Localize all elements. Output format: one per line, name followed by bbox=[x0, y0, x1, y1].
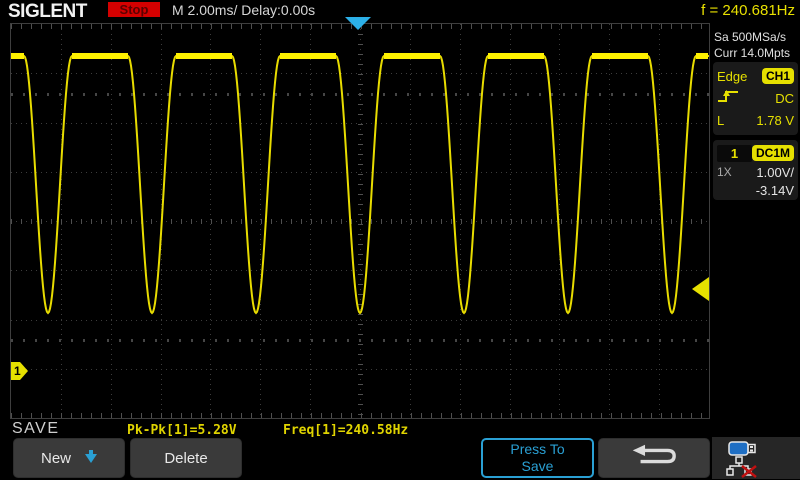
channel-coupling-badge: DC1M bbox=[752, 145, 794, 161]
vertical-scale-readout: 1.00V/ bbox=[756, 165, 794, 180]
sample-rate-readout: Sa 500MSa/s bbox=[714, 30, 798, 44]
svg-text:1: 1 bbox=[14, 364, 21, 378]
memory-depth-readout: Curr 14.0Mpts bbox=[714, 46, 798, 60]
trigger-coupling-value: DC bbox=[775, 91, 794, 106]
channel1-info-panel[interactable]: 1 DC1M 1X 1.00V/ -3.14V bbox=[713, 140, 798, 200]
trigger-position-marker-icon[interactable] bbox=[345, 17, 371, 30]
channel1-trace: 1 bbox=[11, 24, 709, 418]
press-to-save-line1: Press To bbox=[510, 441, 564, 458]
rising-edge-icon bbox=[717, 88, 739, 109]
trigger-level-marker bbox=[692, 277, 709, 301]
oscilloscope-screen: SIGLENT Stop M 2.00ms/ Delay:0.00s f = 2… bbox=[0, 0, 800, 480]
dropdown-arrow-icon bbox=[85, 454, 97, 463]
lan-disconnected-icon bbox=[726, 456, 758, 480]
measurement-freq: Freq[1]=240.58Hz bbox=[283, 423, 408, 438]
acquisition-status-badge[interactable]: Stop bbox=[108, 2, 160, 17]
vertical-offset-readout: -3.14V bbox=[756, 183, 794, 198]
back-button[interactable] bbox=[598, 438, 710, 478]
timebase-readout: M 2.00ms/ Delay:0.00s bbox=[172, 2, 315, 18]
waveform-display[interactable]: 1 bbox=[10, 23, 710, 419]
menu-title: SAVE bbox=[12, 420, 60, 438]
channel-number: 1 bbox=[717, 145, 752, 162]
trigger-source-badge: CH1 bbox=[762, 68, 794, 84]
trigger-type-label: Edge bbox=[717, 69, 747, 84]
trigger-level-label: L bbox=[717, 113, 724, 128]
return-arrow-icon bbox=[626, 443, 682, 473]
new-button[interactable]: New bbox=[13, 438, 125, 478]
trigger-level-value: 1.78 V bbox=[756, 113, 794, 128]
probe-attenuation: 1X bbox=[717, 165, 732, 179]
delete-button[interactable]: Delete bbox=[130, 438, 242, 478]
press-to-save-button[interactable]: Press To Save bbox=[481, 438, 594, 478]
trigger-info-panel[interactable]: Edge CH1 DC L 1.78 V bbox=[713, 62, 798, 135]
press-to-save-line2: Save bbox=[522, 458, 554, 475]
brand-logo: SIGLENT bbox=[8, 1, 87, 23]
trigger-frequency-readout: f = 240.681Hz bbox=[701, 2, 795, 19]
delete-button-label: Delete bbox=[164, 450, 207, 467]
new-button-label: New bbox=[41, 450, 71, 467]
measurement-pkpk: Pk-Pk[1]=5.28V bbox=[127, 423, 237, 438]
channel1-zero-marker: 1 bbox=[11, 362, 28, 380]
status-icons-panel bbox=[712, 437, 800, 479]
